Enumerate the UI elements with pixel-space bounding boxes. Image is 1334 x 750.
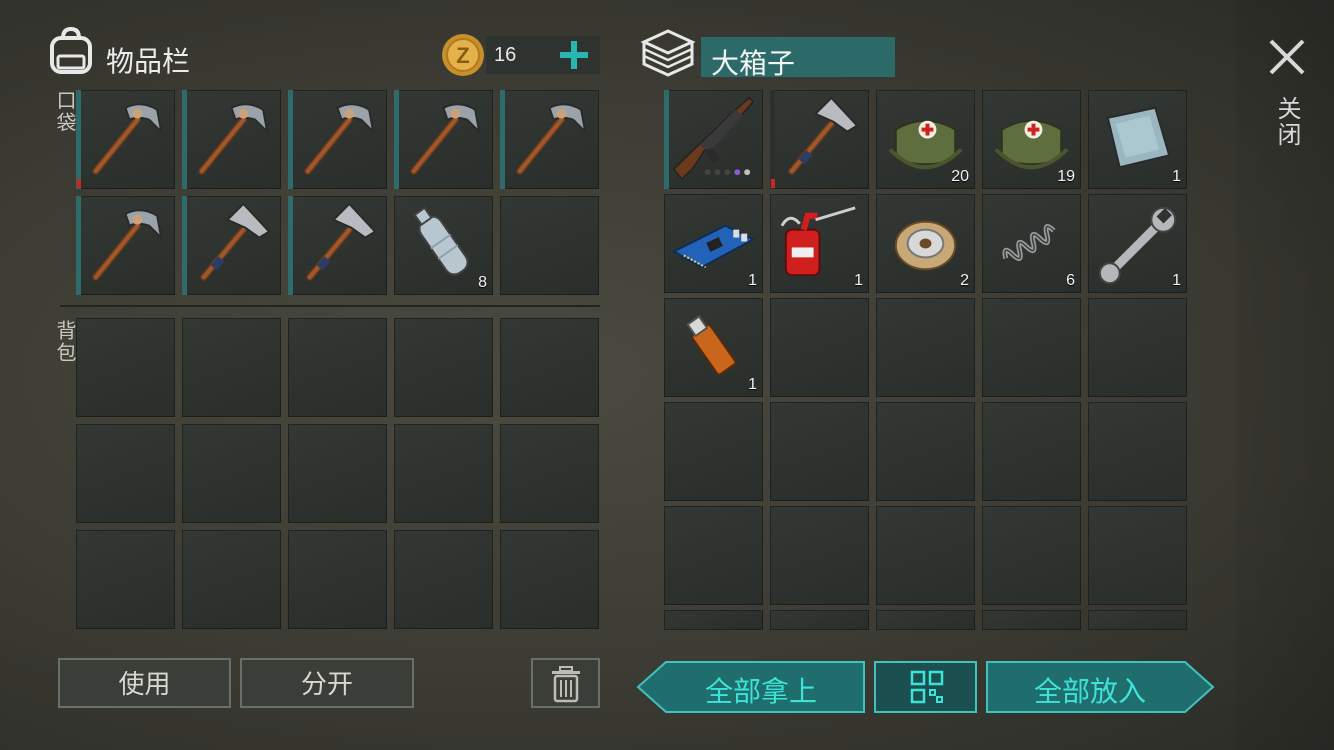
item-count: 6 xyxy=(1066,272,1075,289)
pickaxe-icon xyxy=(410,103,481,175)
ak-rifle-icon xyxy=(672,96,755,181)
empty-slot[interactable] xyxy=(982,402,1081,501)
item-count: 1 xyxy=(1172,168,1181,185)
slot-pickaxe[interactable] xyxy=(76,196,175,295)
slot-pickaxe[interactable] xyxy=(500,90,599,189)
item-count: 1 xyxy=(1172,272,1181,289)
slot-circuit-board[interactable]: 1 xyxy=(664,194,763,293)
empty-slot[interactable] xyxy=(770,506,869,605)
empty-slot[interactable] xyxy=(394,530,493,629)
trash-icon xyxy=(552,666,580,703)
empty-slot[interactable] xyxy=(76,424,175,523)
item-count: 19 xyxy=(1057,168,1075,185)
empty-slot[interactable] xyxy=(76,318,175,417)
empty-slot[interactable] xyxy=(876,610,975,630)
empty-slot[interactable] xyxy=(394,318,493,417)
pickaxe-icon xyxy=(92,103,163,175)
item-count: 1 xyxy=(748,376,757,393)
slot-hammer[interactable] xyxy=(770,90,869,189)
empty-slot[interactable] xyxy=(76,530,175,629)
empty-slot[interactable] xyxy=(1088,610,1187,630)
slot-pickaxe[interactable] xyxy=(182,90,281,189)
put-all-label: 全部放入 xyxy=(1033,675,1146,708)
backpack-icon xyxy=(46,26,96,76)
svg-text:Z: Z xyxy=(456,43,469,68)
empty-slot[interactable] xyxy=(182,318,281,417)
slot-usb-drive[interactable]: 1 xyxy=(664,298,763,397)
slot-pickaxe[interactable] xyxy=(288,90,387,189)
empty-slot[interactable] xyxy=(982,610,1081,630)
empty-slot[interactable] xyxy=(500,318,599,417)
slot-plastic-bottle[interactable]: 8 xyxy=(394,196,493,295)
empty-slot[interactable] xyxy=(500,424,599,523)
add-coins-button[interactable] xyxy=(556,38,592,72)
empty-slot[interactable] xyxy=(1088,506,1187,605)
use-button[interactable]: 使用 xyxy=(58,658,231,708)
empty-slot[interactable] xyxy=(982,298,1081,397)
slot-wire-spool[interactable]: 2 xyxy=(876,194,975,293)
slot-wrench[interactable]: 1 xyxy=(1088,194,1187,293)
pickaxe-icon xyxy=(92,209,163,281)
trash-button[interactable] xyxy=(531,658,600,708)
item-count: 1 xyxy=(854,272,863,289)
empty-slot[interactable] xyxy=(288,424,387,523)
sort-grid-icon xyxy=(910,670,944,704)
item-count: 8 xyxy=(478,274,487,291)
close-label: 关闭 xyxy=(1273,96,1301,148)
empty-slot[interactable] xyxy=(394,424,493,523)
empty-slot[interactable] xyxy=(182,530,281,629)
slot-ak-rifle[interactable] xyxy=(664,90,763,189)
coin-count: 16 xyxy=(494,44,517,66)
slot-pickaxe[interactable] xyxy=(76,90,175,189)
slot-medical-bag[interactable]: 20 xyxy=(876,90,975,189)
pickaxe-icon xyxy=(304,103,375,175)
close-icon xyxy=(1269,39,1305,75)
split-button[interactable]: 分开 xyxy=(240,658,414,708)
hammer-icon xyxy=(306,202,377,281)
empty-slot[interactable] xyxy=(288,318,387,417)
slot-hammer[interactable] xyxy=(288,196,387,295)
put-all-button[interactable]: 全部放入 xyxy=(985,660,1215,714)
slot-oil-can[interactable]: 1 xyxy=(770,194,869,293)
item-count: 1 xyxy=(748,272,757,289)
inventory-title: 物品栏 xyxy=(106,45,191,78)
empty-slot[interactable] xyxy=(770,298,869,397)
empty-slot[interactable] xyxy=(876,298,975,397)
pocket-divider xyxy=(60,305,600,307)
pickaxe-icon xyxy=(198,103,269,175)
close-panel[interactable]: 关闭 xyxy=(1236,0,1334,750)
hammer-icon xyxy=(200,202,271,281)
item-count: 20 xyxy=(951,168,969,185)
slot-metal-plate[interactable]: 1 xyxy=(1088,90,1187,189)
empty-slot[interactable] xyxy=(770,402,869,501)
empty-slot[interactable] xyxy=(1088,298,1187,397)
empty-slot[interactable] xyxy=(182,424,281,523)
slot-spring[interactable]: 6 xyxy=(982,194,1081,293)
coin-icon: Z xyxy=(440,32,486,78)
take-all-label: 全部拿上 xyxy=(704,675,817,708)
empty-slot[interactable] xyxy=(664,506,763,605)
hammer-icon xyxy=(788,96,859,175)
sort-button[interactable] xyxy=(874,661,977,713)
empty-slot[interactable] xyxy=(500,530,599,629)
item-count: 2 xyxy=(960,272,969,289)
pickaxe-icon xyxy=(516,103,587,175)
container-title: 大箱子 xyxy=(711,47,796,80)
empty-slot[interactable] xyxy=(664,610,763,630)
empty-slot[interactable] xyxy=(664,402,763,501)
box-icon xyxy=(640,28,696,78)
slot-hammer[interactable] xyxy=(182,196,281,295)
plus-icon xyxy=(560,41,588,69)
empty-slot[interactable] xyxy=(876,402,975,501)
empty-slot[interactable] xyxy=(876,506,975,605)
empty-slot[interactable] xyxy=(288,530,387,629)
empty-slot[interactable] xyxy=(770,610,869,630)
slot-medical-bag[interactable]: 19 xyxy=(982,90,1081,189)
empty-slot[interactable] xyxy=(1088,402,1187,501)
slot-pickaxe[interactable] xyxy=(394,90,493,189)
take-all-button[interactable]: 全部拿上 xyxy=(636,660,866,714)
empty-slot[interactable] xyxy=(500,196,599,295)
empty-slot[interactable] xyxy=(982,506,1081,605)
